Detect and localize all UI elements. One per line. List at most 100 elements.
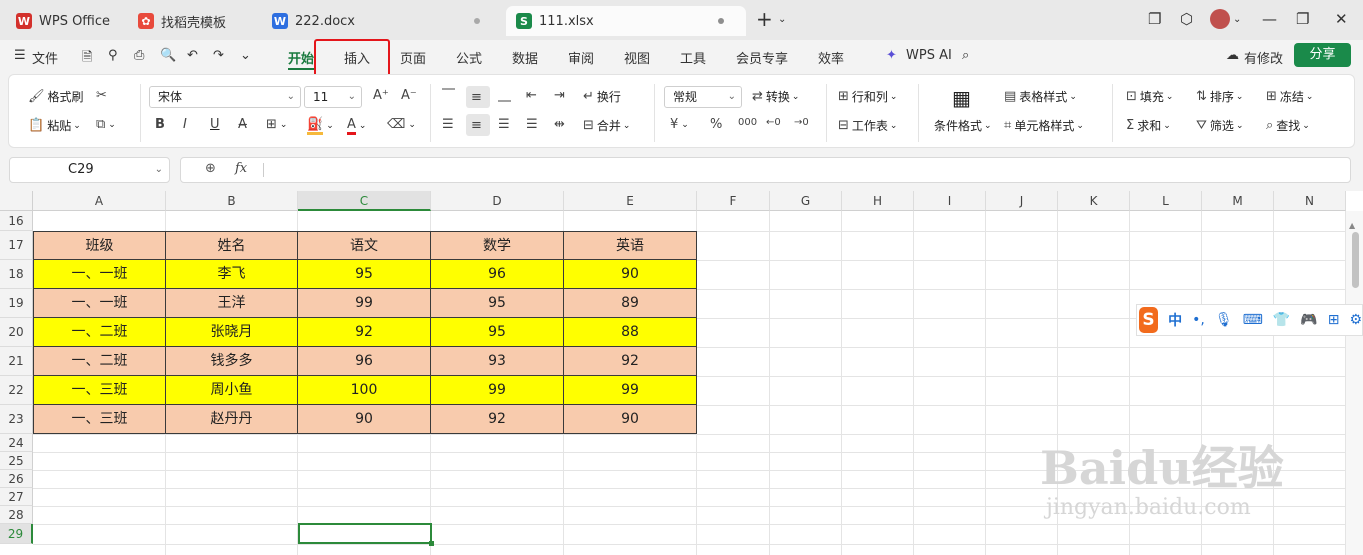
name-box[interactable]: C29 ⌄: [9, 157, 170, 183]
table-cell[interactable]: 92: [431, 405, 564, 434]
row-header-19[interactable]: 19: [0, 289, 33, 318]
increase-decimal-button[interactable]: ←0: [766, 117, 784, 128]
ime-toolbar[interactable]: S 中 •, 🎙 ⌨ 👕 🎮 ⊞ ⚙: [1136, 304, 1363, 336]
scrollbar-thumb[interactable]: [1352, 232, 1359, 288]
align-top-button[interactable]: ⎺: [442, 88, 458, 103]
share-link-icon[interactable]: ⚲: [108, 48, 118, 63]
freeze-button[interactable]: ⊞ 冻结 ⌄: [1266, 88, 1313, 105]
table-cell[interactable]: 钱多多: [166, 347, 298, 376]
row-header-24[interactable]: 24: [0, 434, 33, 452]
modified-status[interactable]: 有修改: [1244, 48, 1283, 67]
print-preview-icon[interactable]: 🔍: [160, 48, 176, 63]
fill-handle[interactable]: [429, 541, 434, 546]
decrease-decimal-button[interactable]: →0: [794, 117, 812, 128]
copy-button[interactable]: ⧉ ⌄: [96, 117, 116, 132]
table-style-button[interactable]: ▤ 表格样式 ⌄: [1004, 88, 1077, 105]
row-header-25[interactable]: 25: [0, 452, 33, 470]
table-cell[interactable]: 李飞: [166, 260, 298, 289]
row-header-21[interactable]: 21: [0, 347, 33, 376]
keyboard-icon[interactable]: ⌨: [1243, 312, 1263, 328]
table-cell[interactable]: 一、一班: [33, 260, 166, 289]
table-cell[interactable]: 95: [298, 260, 431, 289]
bold-button[interactable]: B: [155, 117, 168, 132]
row-header-17[interactable]: 17: [0, 231, 33, 260]
border-button[interactable]: ⊞ ⌄: [266, 117, 287, 132]
fill-button[interactable]: ⊡ 填充 ⌄: [1126, 88, 1173, 105]
table-header-cell[interactable]: 姓名: [166, 231, 298, 260]
column-header-l[interactable]: L: [1130, 191, 1202, 211]
row-header-18[interactable]: 18: [0, 260, 33, 289]
table-cell[interactable]: 95: [431, 289, 564, 318]
table-cell[interactable]: 89: [564, 289, 697, 318]
wrap-text-button[interactable]: ↵ 换行: [583, 88, 621, 105]
skin-shirt-icon[interactable]: 👕: [1273, 312, 1290, 328]
table-cell[interactable]: 90: [564, 405, 697, 434]
table-cell[interactable]: 96: [298, 347, 431, 376]
row-header-26[interactable]: 26: [0, 470, 33, 488]
cut-button[interactable]: ✂: [96, 88, 110, 103]
print-icon[interactable]: ⎙: [134, 48, 144, 63]
worksheet-button[interactable]: ⊟ 工作表 ⌄: [838, 117, 897, 134]
table-cell[interactable]: 一、二班: [33, 347, 166, 376]
menu-formula[interactable]: 公式: [456, 48, 482, 67]
share-button[interactable]: 分享: [1294, 43, 1351, 67]
column-header-b[interactable]: B: [166, 191, 298, 211]
menu-page[interactable]: 页面: [400, 48, 426, 67]
font-color-button[interactable]: A ⌄: [347, 117, 366, 135]
new-tab-plus-icon[interactable]: +: [756, 7, 773, 31]
increase-font-button[interactable]: A⁺: [373, 88, 392, 103]
menu-data[interactable]: 数据: [512, 48, 538, 67]
zoom-icon[interactable]: ⊕: [205, 161, 216, 176]
table-cell[interactable]: 90: [298, 405, 431, 434]
row-header-23[interactable]: 23: [0, 405, 33, 434]
align-right-button[interactable]: ☰: [498, 117, 513, 132]
decrease-font-button[interactable]: A⁻: [401, 88, 420, 103]
table-cell[interactable]: 99: [298, 289, 431, 318]
rows-cols-button[interactable]: ⊞ 行和列 ⌄: [838, 88, 897, 105]
column-header-k[interactable]: K: [1058, 191, 1130, 211]
column-header-c[interactable]: C: [298, 191, 431, 211]
active-cell-c29[interactable]: [298, 523, 434, 546]
table-cell[interactable]: 96: [431, 260, 564, 289]
menu-file[interactable]: 文件: [32, 48, 58, 67]
conditional-format-icon[interactable]: ▦: [952, 86, 971, 110]
window-tile-icon[interactable]: ❐: [1148, 10, 1161, 28]
table-cell[interactable]: 92: [298, 318, 431, 347]
sort-button[interactable]: ⇅ 排序 ⌄: [1196, 88, 1243, 105]
menu-tools[interactable]: 工具: [680, 48, 706, 67]
column-header-m[interactable]: M: [1202, 191, 1274, 211]
row-header-27[interactable]: 27: [0, 488, 33, 506]
underline-button[interactable]: U: [210, 117, 223, 132]
search-icon[interactable]: ⌕: [962, 48, 969, 63]
table-cell[interactable]: 周小鱼: [166, 376, 298, 405]
column-header-e[interactable]: E: [564, 191, 697, 211]
table-cell[interactable]: 100: [298, 376, 431, 405]
table-cell[interactable]: 99: [564, 376, 697, 405]
merge-button[interactable]: ⊟ 合并 ⌄: [583, 117, 630, 134]
font-name-select[interactable]: 宋体 ⌄: [149, 86, 301, 108]
select-all-corner[interactable]: [0, 191, 33, 211]
font-size-select[interactable]: 11 ⌄: [304, 86, 362, 108]
box-icon[interactable]: ⬡: [1180, 10, 1193, 28]
thousands-button[interactable]: 000: [738, 117, 760, 128]
align-bottom-button[interactable]: ⎽: [498, 88, 514, 103]
row-header-28[interactable]: 28: [0, 506, 33, 524]
table-cell[interactable]: 一、二班: [33, 318, 166, 347]
align-left-button[interactable]: ☰: [442, 117, 457, 132]
conditional-format-button[interactable]: 条件格式 ⌄: [934, 117, 992, 134]
avatar[interactable]: [1210, 9, 1230, 29]
tab-docer-templates[interactable]: ✿ 找稻壳模板: [128, 6, 258, 36]
number-format-select[interactable]: 常规 ⌄: [664, 86, 742, 108]
scroll-up-icon[interactable]: ▲: [1349, 221, 1355, 230]
minimize-icon[interactable]: —: [1262, 10, 1277, 28]
microphone-icon[interactable]: 🎙: [1215, 312, 1233, 328]
menu-view[interactable]: 视图: [624, 48, 650, 67]
convert-button[interactable]: ⇄ 转换 ⌄: [752, 88, 799, 105]
menu-home[interactable]: 开始: [288, 48, 314, 67]
table-cell[interactable]: 90: [564, 260, 697, 289]
filter-button[interactable]: ⛛ 筛选 ⌄: [1196, 117, 1243, 134]
account-chevron-icon[interactable]: ⌄: [1233, 14, 1241, 25]
fx-icon[interactable]: fx: [235, 161, 247, 176]
column-header-d[interactable]: D: [431, 191, 564, 211]
currency-button[interactable]: ¥ ⌄: [670, 117, 689, 132]
